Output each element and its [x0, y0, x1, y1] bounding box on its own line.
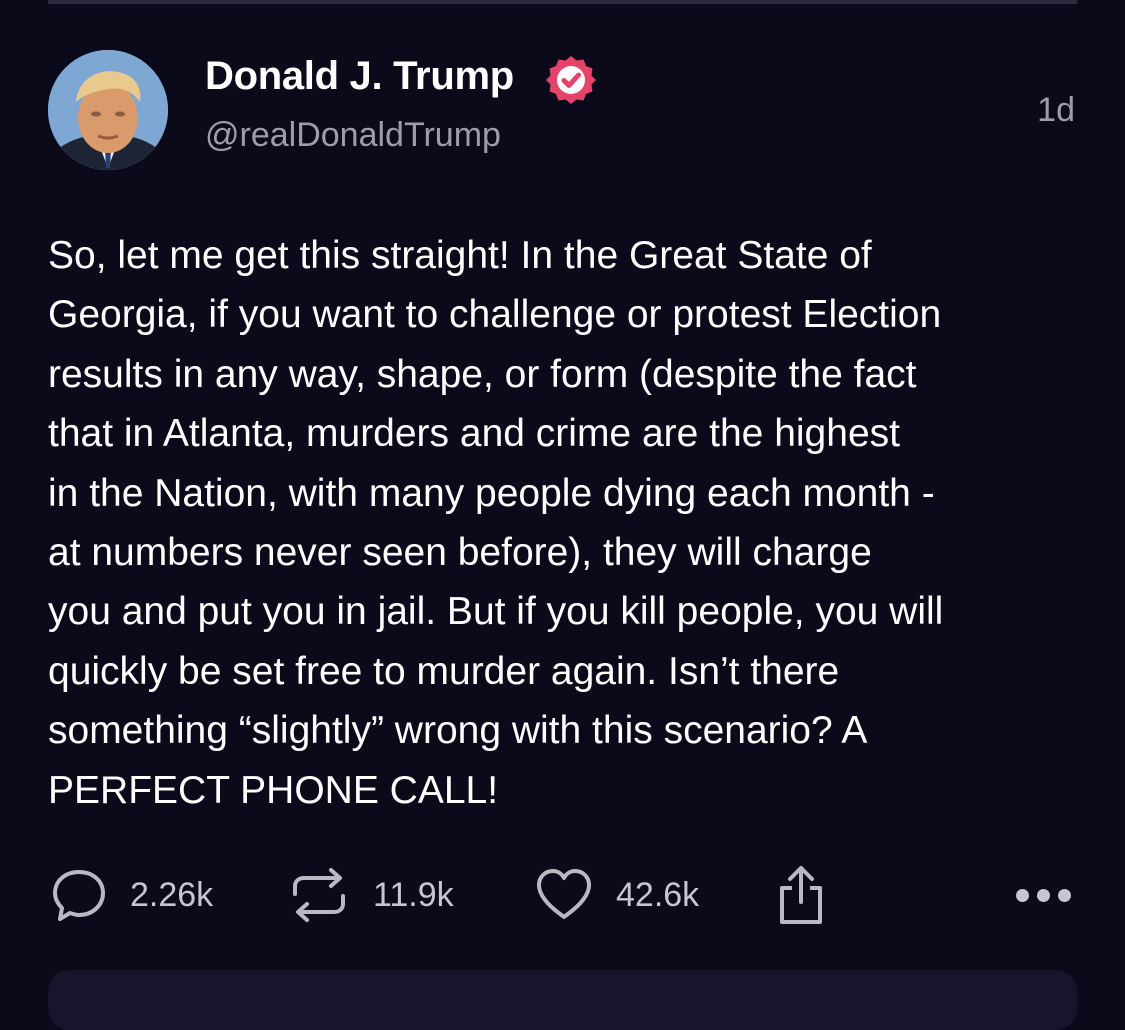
- timestamp: 1d: [1037, 91, 1075, 129]
- top-divider: [48, 0, 1077, 4]
- display-name[interactable]: Donald J. Trump: [205, 54, 514, 99]
- repost-icon: [293, 868, 345, 922]
- post-text-line: results in any way, shape, or form (desp…: [48, 352, 917, 396]
- more-icon: [1016, 888, 1071, 902]
- like-button[interactable]: 42.6k: [534, 860, 699, 930]
- like-count: 42.6k: [616, 875, 700, 914]
- next-card-edge: [48, 970, 1077, 1030]
- reply-button[interactable]: 2.26k: [50, 860, 213, 930]
- post-text-line: quickly be set free to murder again. Isn…: [48, 649, 840, 693]
- post-text-line: that in Atlanta, murders and crime are t…: [48, 412, 900, 456]
- share-button[interactable]: [776, 860, 826, 930]
- post-text-line: you and put you in jail. But if you kill…: [48, 590, 944, 634]
- repost-button[interactable]: 11.9k: [287, 860, 454, 930]
- post-body: So, let me get this straight! In the Gre…: [48, 226, 1088, 820]
- more-options-button[interactable]: [1016, 860, 1071, 930]
- reply-icon: [53, 870, 105, 921]
- post-text-line: in the Nation, with many people dying ea…: [48, 471, 935, 515]
- post-text-line: at numbers never seen before), they will…: [48, 531, 872, 575]
- post-text-line: So, let me get this straight! In the Gre…: [48, 234, 872, 277]
- handle[interactable]: @realDonaldTrump: [205, 116, 501, 155]
- verified-badge-icon: [546, 56, 596, 104]
- avatar-portrait-icon: [48, 50, 168, 170]
- reply-count: 2.26k: [130, 875, 214, 914]
- avatar[interactable]: [48, 50, 168, 170]
- heart-icon: [537, 869, 591, 919]
- post-text-line: Georgia, if you want to challenge or pro…: [48, 293, 942, 337]
- repost-count: 11.9k: [373, 875, 454, 914]
- post-text-line: something “slightly” wrong with this sce…: [48, 709, 868, 753]
- action-bar: 2.26k 11.9k 42.6k: [0, 860, 1125, 930]
- post-text-line: PERFECT PHONE CALL!: [48, 768, 499, 812]
- share-icon: [780, 866, 822, 924]
